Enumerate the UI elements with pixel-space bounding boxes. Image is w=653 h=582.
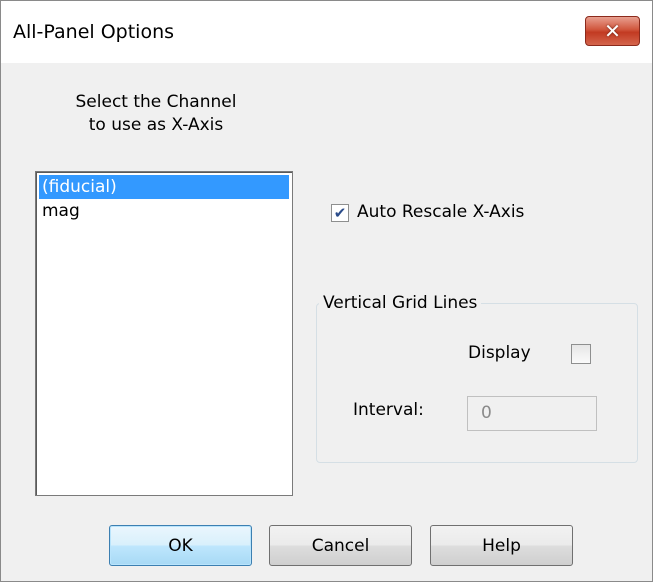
title-bar[interactable]: All-Panel Options ✕ xyxy=(1,1,652,63)
close-icon: ✕ xyxy=(604,19,621,43)
interval-input[interactable]: 0 xyxy=(467,396,597,431)
window-title: All-Panel Options xyxy=(13,21,175,43)
auto-rescale-label[interactable]: Auto Rescale X-Axis xyxy=(357,202,524,222)
channel-item-mag[interactable]: mag xyxy=(39,199,289,223)
interval-label: Interval: xyxy=(353,400,424,420)
channel-select-label-line2: to use as X-Axis xyxy=(88,115,224,135)
display-checkbox[interactable] xyxy=(571,344,591,364)
all-panel-options-dialog: All-Panel Options ✕ Select the Channel t… xyxy=(0,0,653,582)
channel-listbox[interactable]: (fiducial) mag xyxy=(35,171,293,496)
channel-item-fiducial[interactable]: (fiducial) xyxy=(39,175,289,199)
auto-rescale-checkbox[interactable]: ✔ xyxy=(331,204,349,222)
display-label[interactable]: Display xyxy=(468,343,531,363)
checkmark-icon: ✔ xyxy=(333,203,347,222)
close-button[interactable]: ✕ xyxy=(585,16,640,46)
channel-select-label: Select the Channel to use as X-Axis xyxy=(31,91,281,137)
vertical-grid-lines-group xyxy=(316,303,638,463)
ok-button[interactable]: OK xyxy=(109,525,252,566)
cancel-button[interactable]: Cancel xyxy=(269,525,412,566)
help-button[interactable]: Help xyxy=(430,525,573,566)
channel-select-label-line1: Select the Channel xyxy=(75,92,237,112)
vertical-grid-lines-title: Vertical Grid Lines xyxy=(319,293,482,313)
